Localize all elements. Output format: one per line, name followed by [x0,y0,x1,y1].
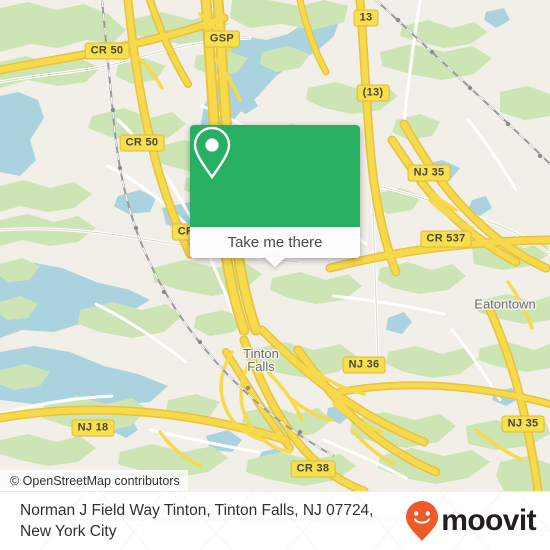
road-shield: NJ 36 [342,356,386,374]
popup-body: Take me there [190,125,360,258]
popup-marker-panel [190,125,360,227]
moovit-wordmark: moovit [441,504,536,537]
place-label-eatontown: Eatontown [474,298,535,311]
place-label-line: Eatontown [474,296,536,312]
moovit-logo[interactable]: moovit [405,500,537,542]
address-line-2: New York City [20,523,117,540]
map-canvas[interactable]: CR 50 GSP 13 (13) CR 50 NJ 35 CR 537 CR … [0,0,550,491]
attribution-text: © OpenStreetMap contributors [10,473,180,488]
road-shield: NJ 35 [501,415,545,433]
road-shield: CR 50 [119,134,165,152]
road-shield: CR 38 [290,460,336,478]
road-shield: NJ 35 [407,164,451,182]
place-label-tinton-falls: Tinton Falls [243,347,279,373]
place-label-line: Falls [247,359,275,374]
road-shield: CR 537 [420,230,472,248]
footer-bar: Norman J Field Way Tinton, Tinton Falls,… [0,491,550,550]
road-shield: (13) [356,84,390,102]
map-attribution[interactable]: © OpenStreetMap contributors [0,470,188,491]
location-popup-card[interactable]: Take me there [190,125,360,267]
take-me-there-label: Take me there [227,234,323,251]
road-shield: NJ 18 [71,419,115,437]
road-shield: GSP [203,30,241,48]
screenshot-root: CR 50 GSP 13 (13) CR 50 NJ 35 CR 537 CR … [0,0,550,550]
road-shield: CR 50 [84,42,130,60]
address-line-1: Norman J Field Way Tinton, Tinton Falls,… [20,502,374,519]
location-address: Norman J Field Way Tinton, Tinton Falls,… [20,500,405,542]
popup-action-bar[interactable]: Take me there [190,227,360,258]
map-pin-icon [193,126,231,180]
popup-pointer-tail [264,257,286,267]
moovit-pin-smiley-icon [406,501,439,541]
road-shield: 13 [353,9,379,27]
